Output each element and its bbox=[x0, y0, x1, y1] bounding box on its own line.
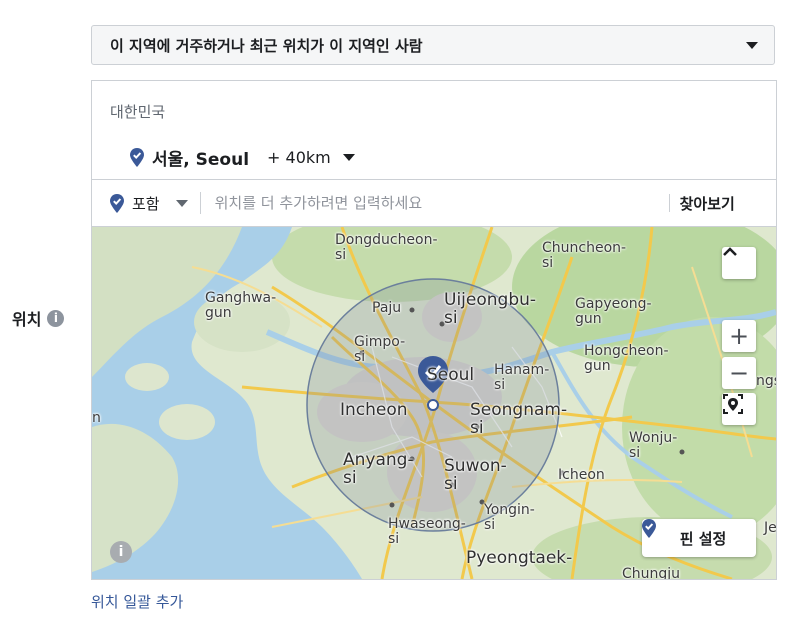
zoom-in-button[interactable]: + bbox=[722, 320, 756, 352]
map-label: Paju bbox=[372, 300, 402, 316]
map-label: Uijeongbu- si bbox=[444, 290, 537, 328]
map-label: Ganghwa- gun bbox=[205, 290, 277, 321]
country-label: 대한민국 bbox=[110, 103, 166, 121]
locate-icon bbox=[723, 394, 743, 414]
include-dropdown[interactable]: 포함 bbox=[92, 193, 188, 214]
map-label: Yongin- si bbox=[484, 502, 535, 533]
location-pin-icon bbox=[110, 193, 124, 213]
map-label: Seongnam- si bbox=[470, 400, 568, 438]
location-search-row: 포함 찾아보기 bbox=[92, 179, 776, 227]
map-label: Je bbox=[764, 520, 776, 536]
map-label: Icheon bbox=[558, 467, 605, 483]
map-label: Hongcheon- gun bbox=[584, 343, 669, 374]
location-field-label: 위치 i bbox=[12, 306, 65, 330]
map-label: Pyeongtaek- bbox=[466, 548, 573, 568]
map-label: Wonju- si bbox=[629, 430, 678, 461]
divider bbox=[199, 192, 201, 214]
map-label: Chuncheon- si bbox=[542, 240, 627, 271]
location-map[interactable]: Dongducheon- si Chuncheon- si Ganghwa- g… bbox=[92, 227, 776, 579]
chevron-up-icon bbox=[723, 247, 737, 256]
map-label: Gapyeong- gun bbox=[575, 296, 652, 327]
divider bbox=[668, 194, 670, 212]
include-caret-icon bbox=[175, 199, 188, 207]
zoom-out-button[interactable]: − bbox=[722, 357, 756, 389]
map-label: Incheon bbox=[340, 400, 408, 420]
pin-setting-label: 핀 설정 bbox=[679, 529, 727, 548]
browse-button[interactable]: 찾아보기 bbox=[680, 193, 735, 214]
map-label: ngs bbox=[756, 373, 776, 389]
pin-setting-button[interactable]: 핀 설정 bbox=[642, 519, 756, 557]
bulk-add-locations-link[interactable]: 위치 일괄 추가 bbox=[91, 591, 183, 612]
audience-type-dropdown[interactable]: 이 지역에 거주하거나 최근 위치가 이 지역인 사람 bbox=[91, 25, 775, 65]
my-location-button[interactable] bbox=[722, 393, 756, 425]
map-label: Suwon- si bbox=[444, 456, 507, 494]
location-search-input[interactable] bbox=[214, 194, 645, 212]
location-name: 서울, Seoul bbox=[152, 150, 250, 170]
selected-location[interactable]: 서울, Seoul + 40km bbox=[130, 145, 355, 170]
include-label: 포함 bbox=[132, 194, 160, 213]
caret-down-icon bbox=[746, 41, 758, 49]
map-label: Gimpo- si bbox=[354, 334, 406, 365]
map-label: Dongducheon- si bbox=[335, 232, 438, 263]
map-label: Anyang- si bbox=[343, 450, 414, 488]
map-label: n bbox=[92, 410, 101, 426]
radius-value[interactable]: + 40km bbox=[267, 148, 331, 167]
info-icon[interactable]: i bbox=[47, 309, 65, 327]
map-info-icon[interactable]: i bbox=[110, 541, 132, 563]
audience-type-value: 이 지역에 거주하거나 최근 위치가 이 지역인 사람 bbox=[110, 36, 423, 55]
location-pin-icon bbox=[130, 148, 144, 167]
radius-caret-icon[interactable] bbox=[342, 154, 355, 161]
map-label: Seoul bbox=[427, 365, 475, 385]
location-panel: 대한민국 서울, Seoul + 40km 포함 찾아보기 bbox=[91, 80, 777, 580]
location-label: 위치 bbox=[12, 310, 42, 329]
location-pin-icon bbox=[642, 519, 656, 538]
map-label: Chungju bbox=[622, 566, 681, 580]
collapse-map-button[interactable] bbox=[722, 247, 756, 279]
map-label: Hanam- si bbox=[494, 362, 550, 393]
map-label: Hwaseong- si bbox=[388, 516, 466, 547]
